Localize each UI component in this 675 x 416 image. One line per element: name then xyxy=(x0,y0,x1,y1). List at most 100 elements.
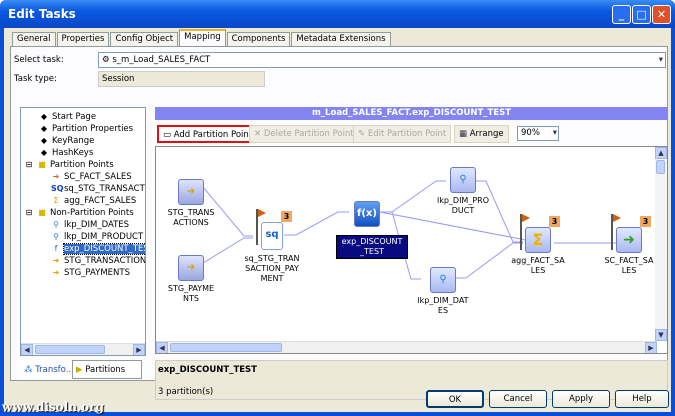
tree-item-lkp-dim-dates[interactable]: ⚲ lkp_DIM_DATES xyxy=(51,219,129,231)
add-partition-point-button[interactable]: ▭ Add Partition Point xyxy=(157,125,259,143)
target-icon: ➔ xyxy=(52,172,60,181)
flag-icon xyxy=(256,209,266,245)
left-panel-tabs: ⁂ Transfo... ▶ Partitions xyxy=(20,360,146,380)
tab-general[interactable]: General xyxy=(12,32,56,46)
tab-config-object[interactable]: Config Object xyxy=(110,32,179,46)
tree-item-partition-properties[interactable]: ◆ Partition Properties xyxy=(39,123,133,135)
close-button[interactable]: ✕ xyxy=(652,5,671,24)
tree-label: STG_TRANSACTIONS xyxy=(64,256,146,266)
canvas-horizontal-scrollbar[interactable]: ◀ ▶ xyxy=(156,341,657,353)
delete-partition-point-button[interactable]: ✕ Delete Partition Point xyxy=(249,125,359,143)
partitions-flag-icon: ▶ xyxy=(76,365,86,375)
canvas-vertical-scrollbar[interactable]: ▲ ▼ xyxy=(655,147,667,341)
tree-item-non-partition-points[interactable]: ⊟ ■ Non-Partition Points xyxy=(24,207,134,219)
expression-icon: f xyxy=(54,244,58,253)
collapse-icon[interactable]: ⊟ xyxy=(24,159,34,171)
tab-metadata-extensions[interactable]: Metadata Extensions xyxy=(291,32,391,46)
diamond-icon: ◆ xyxy=(40,148,48,157)
tree-item-sc-fact-sales[interactable]: ➔ SC_FACT_SALES xyxy=(51,171,132,183)
folder-icon: ■ xyxy=(38,160,46,169)
maximize-button[interactable]: □ xyxy=(632,5,651,24)
node-sc-fact-sales[interactable]: ➜ 3 SC_FACT_SALES xyxy=(598,214,660,276)
select-task-label: Select task: xyxy=(14,55,64,65)
scroll-left-icon[interactable]: ◀ xyxy=(21,344,33,355)
tab-mapping[interactable]: Mapping xyxy=(179,29,226,46)
scroll-thumb[interactable] xyxy=(170,343,282,352)
tree-item-stg-payments[interactable]: ➜ STG_PAYMENTS xyxy=(51,267,130,279)
edit-partition-point-button[interactable]: ✎ Edit Partition Point xyxy=(353,125,452,143)
select-task-value: s_m_Load_SALES_FACT xyxy=(112,55,211,65)
scroll-left-icon[interactable]: ◀ xyxy=(156,342,168,353)
select-task-dropdown[interactable]: ⚙ s_m_Load_SALES_FACT ▾ xyxy=(98,52,666,68)
tree-item-sq-stg-transactions[interactable]: SQsq_STG_TRANSACTIONS xyxy=(51,183,145,195)
tree-item-hashkeys[interactable]: ◆ HashKeys xyxy=(39,147,93,159)
tree-label: agg_FACT_SALES xyxy=(64,196,137,206)
tree-label: HashKeys xyxy=(52,148,94,158)
arrange-button[interactable]: ▦ Arrange xyxy=(454,125,509,143)
session-icon: ⚙ xyxy=(102,55,113,65)
tree-item-start-page[interactable]: ◆ Start Page xyxy=(39,111,96,123)
partition-count-badge: 3 xyxy=(640,216,651,227)
tree-item-lkp-dim-product[interactable]: ⚲ lkp_DIM_PRODUCT xyxy=(51,231,143,243)
ok-button[interactable]: OK xyxy=(426,390,484,408)
tree-label: Partition Properties xyxy=(52,124,134,134)
source-qualifier-icon: SQ xyxy=(51,184,64,193)
status-transformation-name: exp_DISCOUNT_TEST xyxy=(158,365,257,375)
folder-icon: ■ xyxy=(38,208,46,217)
tab-properties[interactable]: Properties xyxy=(56,32,110,46)
chevron-down-icon[interactable]: ▾ xyxy=(553,127,557,140)
source-icon: ➜ xyxy=(52,268,60,277)
node-lkp-dim-product[interactable]: ⚲ lkp_DIM_PRODUCT xyxy=(431,167,495,216)
help-button[interactable]: Help xyxy=(615,390,669,408)
source-table-icon: ➜ xyxy=(178,255,204,281)
scroll-down-icon[interactable]: ▼ xyxy=(655,329,667,341)
tree-horizontal-scrollbar[interactable]: ◀ ▶ xyxy=(21,343,145,355)
node-exp-discount-test[interactable]: f(x) exp_DISCOUNT_TEST xyxy=(336,201,408,259)
button-label: Add Partition Point xyxy=(173,130,253,140)
edit-tasks-window: Edit Tasks _ □ ✕ General Properties Conf… xyxy=(0,0,675,416)
scroll-up-icon[interactable]: ▲ xyxy=(655,147,667,159)
diamond-icon: ◆ xyxy=(40,112,48,121)
tree-item-stg-transactions[interactable]: ➜ STG_TRANSACTIONS xyxy=(51,255,146,267)
node-label: lkp_DIM_DATES xyxy=(417,296,469,315)
scroll-thumb[interactable] xyxy=(35,345,105,354)
tree-label: SC_FACT_SALES xyxy=(64,172,132,182)
tab-components[interactable]: Components xyxy=(226,32,291,46)
collapse-icon[interactable]: ⊟ xyxy=(24,207,34,219)
arrange-icon: ▦ xyxy=(459,129,470,139)
tab-bar: General Properties Config Object Mapping… xyxy=(12,29,392,46)
task-type-field: Session xyxy=(98,71,265,87)
tree-item-agg-fact-sales[interactable]: Σagg_FACT_SALES xyxy=(51,195,136,207)
lookup-icon: ⚲ xyxy=(53,220,59,229)
lookup-icon: ⚲ xyxy=(450,167,476,193)
node-label: lkp_DIM_PRODUCT xyxy=(436,196,490,215)
tree-label: exp_DISCOUNT_TEST xyxy=(62,243,145,255)
zoom-value: 90% xyxy=(521,128,540,138)
flag-icon xyxy=(520,214,530,250)
mapping-canvas[interactable]: ➜ STG_TRANSACTIONS ➜ STG_PAYMENTS sq 3 sq_ST… xyxy=(155,146,668,354)
cancel-button[interactable]: Cancel xyxy=(489,390,547,408)
add-icon: ▭ xyxy=(163,130,174,140)
target-icon: ➜ 3 xyxy=(611,214,651,253)
tab-partitions[interactable]: ▶ Partitions xyxy=(72,360,142,379)
apply-button[interactable]: Apply xyxy=(552,390,610,408)
minimize-button[interactable]: _ xyxy=(612,5,631,24)
scroll-thumb[interactable] xyxy=(656,160,665,174)
node-sq-stg-transaction-payment[interactable]: sq 3 sq_STG_TRANSACTION_PAYMENT xyxy=(242,209,302,284)
tree-item-keyrange[interactable]: ◆ KeyRange xyxy=(39,135,94,147)
tree-item-partition-points[interactable]: ⊟ ■ Partition Points xyxy=(24,159,114,171)
node-stg-payments[interactable]: ➜ STG_PAYMENTS xyxy=(158,255,224,304)
scroll-right-icon[interactable]: ▶ xyxy=(133,344,145,355)
tree-item-exp-discount-test[interactable]: f exp_DISCOUNT_TEST xyxy=(51,243,145,255)
delete-icon: ✕ xyxy=(254,129,264,139)
tree-label: lkp_DIM_PRODUCT xyxy=(64,232,144,242)
chevron-down-icon[interactable]: ▾ xyxy=(659,53,663,67)
node-stg-transactions[interactable]: ➜ STG_TRANSACTIONS xyxy=(158,179,224,228)
transformations-icon: ⁂ xyxy=(24,365,36,375)
watermark: www.disoln.org xyxy=(2,400,104,414)
scroll-right-icon[interactable]: ▶ xyxy=(645,342,657,353)
zoom-select[interactable]: 90% ▾ xyxy=(517,126,559,141)
node-agg-fact-sales[interactable]: Σ 3 agg_FACT_SALES xyxy=(506,214,570,276)
node-lkp-dim-dates[interactable]: ⚲ lkp_DIM_DATES xyxy=(411,267,475,316)
tab-transformations[interactable]: ⁂ Transfo... xyxy=(20,360,78,379)
